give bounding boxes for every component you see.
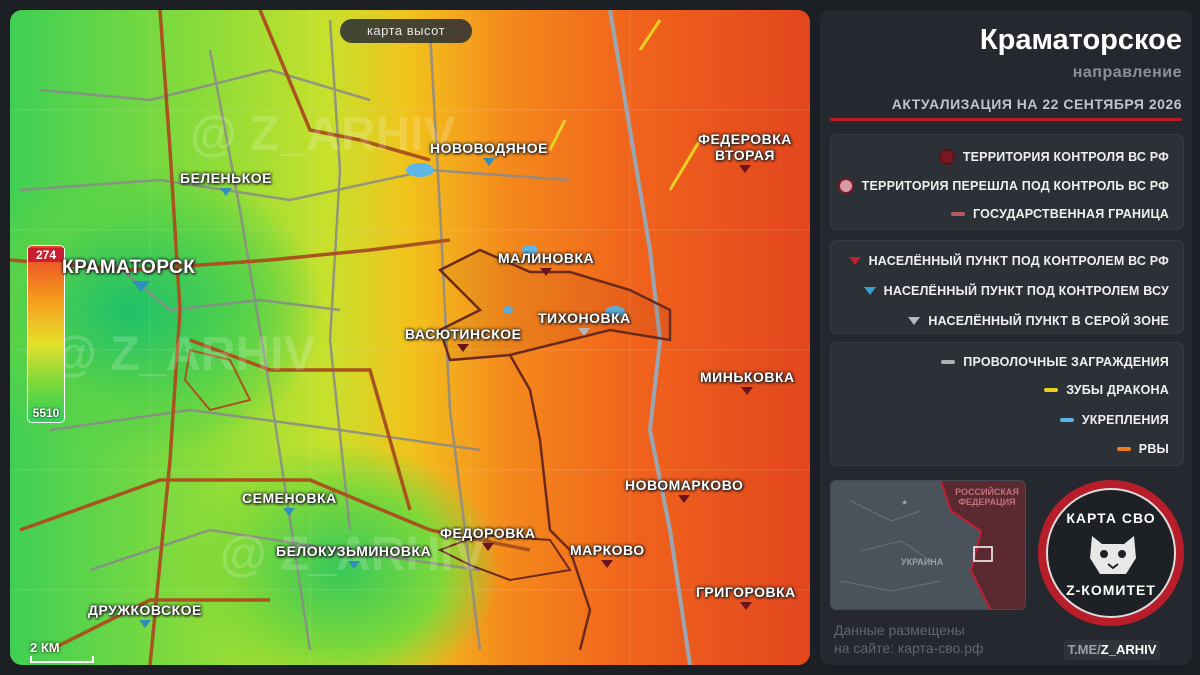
gray-marker-icon bbox=[908, 317, 921, 325]
place-fedorovka-vtoraya[interactable]: ФЕДЕРОВКА ВТОРАЯ bbox=[698, 131, 792, 173]
ua-marker-icon bbox=[283, 508, 296, 516]
ru-marker-icon bbox=[601, 560, 614, 568]
ru-marker-icon bbox=[848, 257, 861, 265]
place-markovo[interactable]: МАРКОВО bbox=[570, 542, 645, 568]
legend-settlements: НАСЕЛЁННЫЙ ПУНКТ ПОД КОНТРОЛЕМ ВС РФ НАС… bbox=[830, 240, 1184, 334]
karta-svo-emblem: КАРТА СВО Z-КОМИТЕТ bbox=[1038, 480, 1184, 626]
inset-ukraine-label: УКРАИНА bbox=[901, 557, 944, 567]
ru-marker-icon bbox=[738, 165, 751, 173]
map-area[interactable]: @ Z_ARHIV @ Z_ARHIV @ Z_ARHIV карта высо… bbox=[10, 10, 810, 665]
info-panel: Краматорское направление АКТУАЛИЗАЦИЯ НА… bbox=[820, 10, 1192, 665]
place-semenovka[interactable]: СЕМЕНОВКА bbox=[242, 490, 337, 516]
legend-dragon-teeth: ЗУБЫ ДРАКОНА bbox=[1044, 383, 1169, 397]
svg-text:★: ★ bbox=[901, 498, 908, 507]
svg-text:@ Z_ARHIV: @ Z_ARHIV bbox=[50, 328, 316, 381]
ru-marker-icon bbox=[739, 602, 752, 610]
ua-marker-icon bbox=[347, 561, 360, 569]
emblem-top-text: КАРТА СВО bbox=[1066, 510, 1156, 526]
place-minkovka[interactable]: МИНЬКОВКА bbox=[700, 369, 795, 395]
cat-head-icon bbox=[1090, 536, 1136, 574]
ua-marker-icon bbox=[220, 188, 232, 196]
trench-line-icon bbox=[1116, 447, 1131, 451]
ru-territory-icon bbox=[938, 149, 955, 165]
place-kramatorsk[interactable]: КРАМАТОРСК bbox=[62, 257, 195, 292]
ua-marker-icon bbox=[138, 620, 151, 628]
elevation-legend: 274 5510 bbox=[27, 245, 65, 423]
wire-line-icon bbox=[941, 360, 956, 364]
elevation-max: 274 bbox=[28, 248, 64, 262]
legend-wire: ПРОВОЛОЧНЫЕ ЗАГРАЖДЕНИЯ bbox=[941, 355, 1169, 369]
place-malinovka[interactable]: МАЛИНОВКА bbox=[498, 250, 594, 276]
border-line-icon bbox=[951, 212, 966, 216]
gray-marker-icon bbox=[578, 328, 591, 336]
place-novovodyanoe[interactable]: НОВОВОДЯНОЕ bbox=[430, 140, 548, 166]
place-fedorovka[interactable]: ФЕДОРОВКА bbox=[440, 525, 535, 551]
scale-bar bbox=[30, 656, 94, 663]
ru-marker-icon bbox=[481, 543, 494, 551]
elevation-min: 5510 bbox=[32, 406, 60, 420]
ua-marker-icon bbox=[132, 281, 150, 292]
update-date: АКТУАЛИЗАЦИЯ НА 22 СЕНТЯБРЯ 2026 bbox=[891, 96, 1182, 112]
inset-russia-label: РОССИЙСКАЯ ФЕДЕРАЦИЯ bbox=[955, 487, 1019, 507]
legend-fortifications: ПРОВОЛОЧНЫЕ ЗАГРАЖДЕНИЯ ЗУБЫ ДРАКОНА УКР… bbox=[830, 342, 1184, 466]
legend-border: ГОСУДАРСТВЕННАЯ ГРАНИЦА bbox=[951, 207, 1169, 221]
legend-fortification: УКРЕПЛЕНИЯ bbox=[1059, 413, 1169, 427]
place-belenkoe[interactable]: БЕЛЕНЬКОЕ bbox=[180, 170, 272, 196]
legend-ru-territory: ТЕРРИТОРИЯ КОНТРОЛЯ ВС РФ bbox=[938, 149, 1169, 165]
legend-new-territory: ТЕРРИТОРИЯ ПЕРЕШЛА ПОД КОНТРОЛЬ ВС РФ bbox=[837, 178, 1169, 194]
legend-territory: ТЕРРИТОРИЯ КОНТРОЛЯ ВС РФ ТЕРРИТОРИЯ ПЕР… bbox=[830, 134, 1184, 230]
legend-ua-settlement: НАСЕЛЁННЫЙ ПУНКТ ПОД КОНТРОЛЕМ ВСУ bbox=[863, 284, 1169, 298]
emblem-bottom-text: Z-КОМИТЕТ bbox=[1066, 582, 1156, 598]
ru-marker-icon bbox=[741, 387, 754, 395]
place-novomarkovo[interactable]: НОВОМАРКОВО bbox=[625, 477, 743, 503]
overview-inset-map[interactable]: ★ РОССИЙСКАЯ ФЕДЕРАЦИЯ УКРАИНА bbox=[830, 480, 1026, 610]
legend-ru-settlement: НАСЕЛЁННЫЙ ПУНКТ ПОД КОНТРОЛЕМ ВС РФ bbox=[848, 254, 1169, 268]
ru-marker-icon bbox=[678, 495, 691, 503]
page-subtitle: направление bbox=[1072, 64, 1182, 81]
telegram-channel-link[interactable]: T.ME/Z_ARHIV bbox=[1064, 640, 1160, 660]
legend-gray-settlement: НАСЕЛЁННЫЙ ПУНКТ В СЕРОЙ ЗОНЕ bbox=[908, 314, 1169, 328]
ru-marker-icon bbox=[457, 344, 470, 352]
ua-marker-icon bbox=[483, 158, 495, 166]
credit-text: Данные размещены на сайте: карта-сво.рф bbox=[834, 622, 984, 656]
divider bbox=[830, 118, 1182, 121]
place-belokuzminovka[interactable]: БЕЛОКУЗЬМИНОВКА bbox=[276, 543, 431, 569]
svg-text:@ Z_ARHIV: @ Z_ARHIV bbox=[190, 108, 456, 161]
place-tikhonovka[interactable]: ТИХОНОВКА bbox=[538, 310, 631, 336]
map-type-badge: карта высот bbox=[340, 19, 472, 43]
legend-trenches: РВЫ bbox=[1116, 442, 1169, 456]
new-territory-icon bbox=[837, 178, 854, 194]
map-scale: 2 КМ bbox=[30, 640, 94, 663]
ru-marker-icon bbox=[540, 268, 553, 276]
ua-marker-icon bbox=[863, 287, 876, 295]
page-title: Краматорское bbox=[979, 24, 1182, 56]
place-grigorovka[interactable]: ГРИГОРОВКА bbox=[696, 584, 796, 610]
fortification-line-icon bbox=[1059, 418, 1074, 422]
dragon-teeth-icon bbox=[1044, 388, 1059, 392]
place-druzhkovskoe[interactable]: ДРУЖКОВСКОЕ bbox=[88, 602, 202, 628]
place-vasyutinskoe[interactable]: ВАСЮТИНСКОЕ bbox=[405, 326, 521, 352]
